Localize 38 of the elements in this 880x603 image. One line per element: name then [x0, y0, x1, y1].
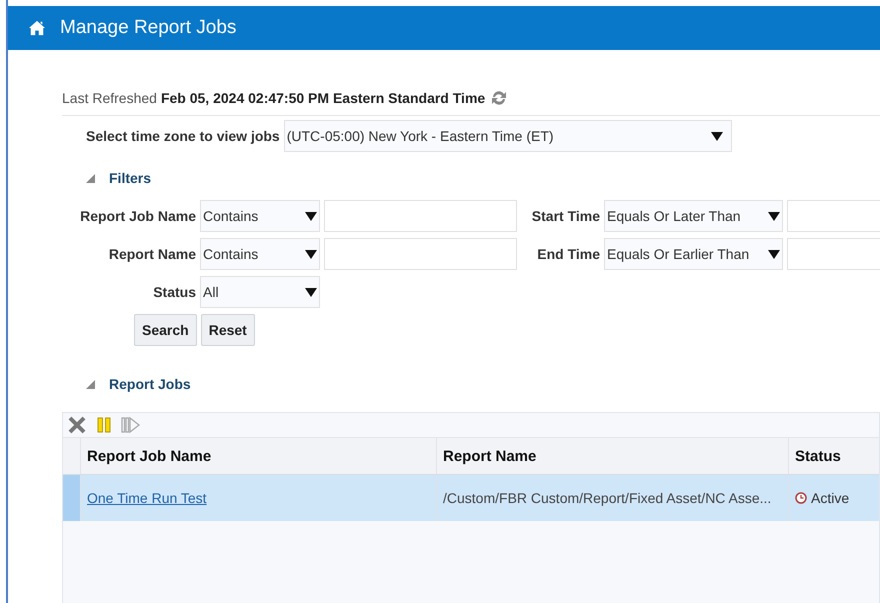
status-text: Active	[811, 490, 850, 506]
filter-input-field[interactable]	[787, 238, 880, 270]
timezone-dropdown[interactable]: (UTC-05:00) New York - Eastern Time (ET)	[284, 120, 732, 152]
operator-dropdown[interactable]: Equals Or Later Than	[604, 200, 783, 232]
filter-label: Report Job Name	[79, 208, 196, 224]
column-header[interactable]: Status	[789, 438, 879, 474]
filter-input-field[interactable]	[787, 200, 880, 232]
status-dropdown[interactable]: All	[200, 276, 320, 308]
collapse-triangle-icon[interactable]	[86, 380, 95, 388]
delete-icon[interactable]	[67, 415, 87, 435]
table-row[interactable]: One Time Run Test /Custom/FBR Custom/Report/Fixed Asset/NC Asse... Active	[63, 475, 879, 521]
filter-label: Start Time	[530, 208, 600, 224]
caret-icon	[710, 132, 723, 140]
job-name-link[interactable]: One Time Run Test	[87, 490, 207, 506]
filter-button[interactable]: Search	[134, 314, 197, 346]
filter-input-field[interactable]	[324, 238, 517, 270]
last-refreshed-label: Last Refreshed	[62, 90, 157, 106]
section-title: Filters	[109, 170, 152, 186]
column-header[interactable]: Report Job Name	[81, 438, 437, 474]
pause-icon[interactable]	[97, 417, 111, 433]
page-title: Manage Report Jobs	[60, 17, 236, 39]
caret-icon	[305, 288, 317, 296]
last-refreshed-value: Feb 05, 2024 02:47:50 PM Eastern Standard Time	[160, 90, 486, 106]
filter-button[interactable]: Reset	[200, 314, 255, 346]
clock-icon	[795, 492, 807, 504]
operator-dropdown[interactable]: Equals Or Earlier Than	[604, 238, 783, 270]
section-title: Report Jobs	[109, 376, 191, 392]
collapse-triangle-icon[interactable]	[86, 174, 95, 182]
timezone-label: Select time zone to view jobs	[86, 128, 280, 144]
filter-label: End Time	[536, 246, 600, 262]
operator-dropdown[interactable]: Contains	[200, 238, 320, 270]
table-cell: /Custom/FBR Custom/Report/Fixed Asset/NC Asse...	[443, 490, 772, 506]
column-header[interactable]: Report Name	[437, 438, 789, 474]
home-icon[interactable]	[28, 20, 46, 36]
operator-dropdown[interactable]: Contains	[200, 200, 320, 232]
filter-input-field[interactable]	[324, 200, 517, 232]
filter-label: Report Name	[108, 246, 196, 262]
filter-label: Status	[152, 284, 196, 300]
